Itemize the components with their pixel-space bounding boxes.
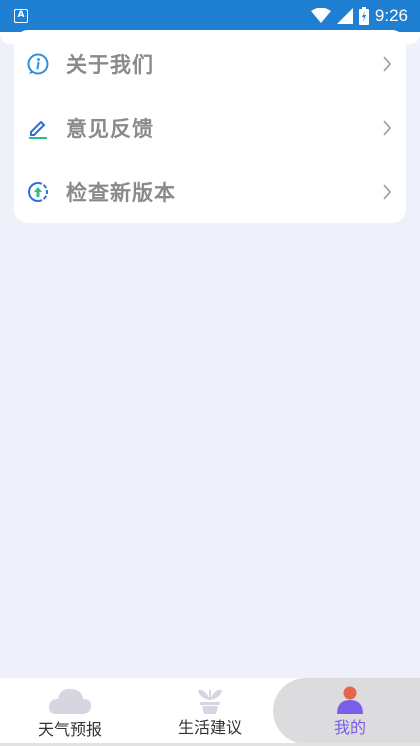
battery-icon xyxy=(358,7,369,25)
menu-label-feedback: 意见反馈 xyxy=(66,117,154,141)
tab-label-life-advice: 生活建议 xyxy=(178,718,243,737)
menu-item-about[interactable]: 关于我们 xyxy=(14,32,406,96)
menu-item-check-update[interactable]: 检查新版本 xyxy=(14,160,406,224)
bottom-tab-bar: 天气预报 生活建议 我的 xyxy=(0,678,420,746)
tab-label-weather: 天气预报 xyxy=(38,720,103,739)
tab-label-mine: 我的 xyxy=(334,718,367,737)
tab-mine[interactable]: 我的 xyxy=(280,678,420,746)
plant-icon xyxy=(198,689,222,714)
wifi-icon xyxy=(310,8,331,23)
status-time: 9:26 xyxy=(374,6,408,25)
app-notification-icon: A xyxy=(14,9,28,23)
signal-icon xyxy=(336,8,353,24)
update-icon xyxy=(28,182,48,202)
info-icon xyxy=(27,53,49,75)
chevron-right-icon xyxy=(383,56,391,72)
status-bar: A 9:26 xyxy=(0,0,420,32)
edit-icon xyxy=(29,121,47,139)
chevron-right-icon xyxy=(383,184,391,200)
cloud-icon xyxy=(48,688,92,714)
menu-label-check-update: 检查新版本 xyxy=(66,181,176,205)
menu-item-feedback[interactable]: 意见反馈 xyxy=(14,96,406,160)
person-icon xyxy=(337,686,363,714)
tab-weather[interactable]: 天气预报 xyxy=(0,678,140,746)
menu-label-about: 关于我们 xyxy=(66,53,154,77)
tab-life-advice[interactable]: 生活建议 xyxy=(140,678,280,746)
chevron-right-icon xyxy=(383,120,391,136)
